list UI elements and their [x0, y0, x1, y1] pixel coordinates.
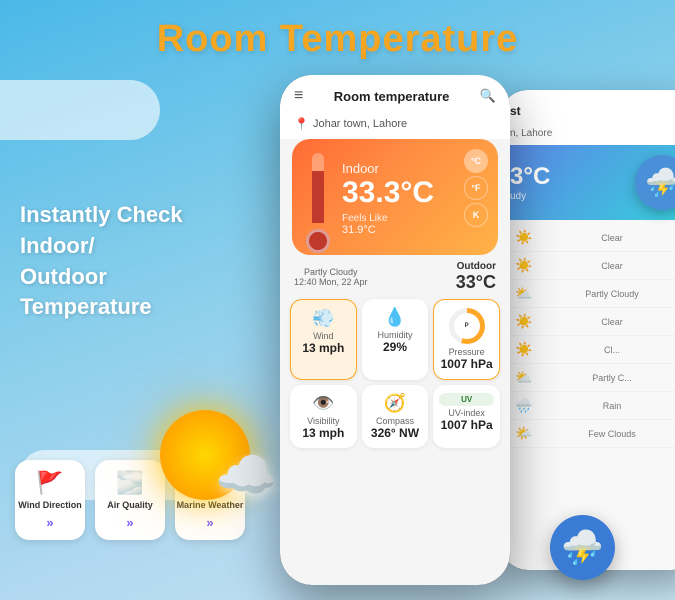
phone-header: ≡ Room temperature 🔍: [280, 75, 510, 113]
air-quality-icon: 🌫️: [116, 470, 143, 496]
weather-card-pressure[interactable]: PPressure1007 hPa: [433, 299, 500, 380]
phone-back: st n, Lahore 3°C udy ⛈️ ☀️Clear☀️Clear⛅P…: [500, 90, 675, 570]
forecast-item: 🌤️Few Clouds: [508, 420, 675, 448]
tagline-line1: Instantly Check Indoor/: [20, 200, 240, 262]
hamburger-icon[interactable]: ≡: [294, 87, 303, 105]
weather-cards-grid: 💨Wind13 mph💧Humidity29%PPressure1007 hPa…: [280, 295, 510, 452]
location-pin-icon: 📍: [294, 117, 309, 131]
back-header: st: [500, 90, 675, 126]
weather-card-visibility[interactable]: 👁️Visibility13 mph: [290, 385, 357, 448]
weather-desc-label: Partly Cloudy: [294, 267, 368, 277]
wind-direction-label: Wind Direction: [18, 500, 81, 511]
page-title: Room Temperature: [0, 18, 675, 61]
unit-selector: °C °F K: [464, 149, 488, 227]
tagline: Instantly Check Indoor/ Outdoor Temperat…: [20, 200, 240, 323]
back-weather-banner: 3°C udy ⛈️: [500, 145, 675, 220]
therm-fill: [312, 171, 324, 224]
bg-cloud-1: [0, 80, 160, 140]
forecast-item: ☀️Cl...: [508, 336, 675, 364]
location-bar: 📍 Johar town, Lahore: [280, 113, 510, 139]
phone-back-inner: st n, Lahore 3°C udy ⛈️ ☀️Clear☀️Clear⛅P…: [500, 90, 675, 570]
weather-card-humidity[interactable]: 💧Humidity29%: [362, 299, 429, 380]
outdoor-label: Outdoor: [456, 261, 496, 272]
forecast-item: 🌧️Rain: [508, 392, 675, 420]
thermometer: [304, 153, 332, 243]
pressure-gauge: P: [449, 308, 485, 344]
marine-weather-arrow: »: [206, 515, 213, 530]
forecast-item: ☀️Clear: [508, 224, 675, 252]
partly-cloudy-info: Partly Cloudy 12:40 Mon, 22 Apr: [294, 267, 368, 287]
forecast-item: ⛅Partly Cloudy: [508, 280, 675, 308]
outdoor-temp-section: Outdoor 33°C: [456, 261, 496, 293]
therm-tube: [312, 153, 324, 223]
title-part2: Temperature: [280, 18, 518, 60]
wind-direction-card[interactable]: 🚩 Wind Direction »: [15, 460, 85, 540]
kelvin-button[interactable]: K: [464, 203, 488, 227]
air-quality-label: Air Quality: [107, 500, 153, 511]
back-temp: 3°C: [510, 163, 550, 191]
wind-direction-arrow: »: [46, 515, 53, 530]
air-quality-arrow: »: [126, 515, 133, 530]
bottom-cloud-widget: ⛈️: [550, 515, 615, 580]
weather-card-uv[interactable]: UVUV-index1007 hPa: [433, 385, 500, 448]
weather-card-wind[interactable]: 💨Wind13 mph: [290, 299, 357, 380]
cloud-decoration: ☁️: [215, 446, 277, 505]
search-icon[interactable]: 🔍: [480, 88, 496, 104]
location-text: Johar town, Lahore: [313, 118, 407, 130]
back-header-text: st: [510, 104, 521, 118]
phone-main-inner: ≡ Room temperature 🔍 📍 Johar town, Lahor…: [280, 75, 510, 585]
forecast-item: ☀️Clear: [508, 252, 675, 280]
back-location: n, Lahore: [500, 126, 675, 145]
header-icons: 🔍: [480, 88, 496, 104]
outdoor-temp: 33°C: [456, 272, 496, 293]
therm-bulb: [306, 229, 330, 253]
celsius-button[interactable]: °C: [464, 149, 488, 173]
weather-card-compass[interactable]: 🧭Compass326° NW: [362, 385, 429, 448]
phone-main: ≡ Room temperature 🔍 📍 Johar town, Lahor…: [280, 75, 510, 585]
outdoor-bar: Partly Cloudy 12:40 Mon, 22 Apr Outdoor …: [280, 255, 510, 295]
forecast-item: ☀️Clear: [508, 308, 675, 336]
wind-direction-icon: 🚩: [36, 470, 63, 496]
weather-time-label: 12:40 Mon, 22 Apr: [294, 277, 368, 287]
title-part1: Room: [157, 18, 280, 60]
air-quality-card[interactable]: 🌫️ Air Quality »: [95, 460, 165, 540]
back-weather-desc: udy: [510, 191, 550, 202]
back-cloud-icon: ⛈️: [635, 155, 675, 210]
tagline-line2: Outdoor Temperature: [20, 262, 240, 324]
temp-display: Indoor 33.3°C Feels Like 31.9°C °C °F K: [292, 139, 498, 255]
forecast-list: ☀️Clear☀️Clear⛅Partly Cloudy☀️Clear☀️Cl.…: [500, 220, 675, 452]
forecast-item: ⛅Partly C...: [508, 364, 675, 392]
header-title: Room temperature: [334, 89, 450, 104]
fahrenheit-button[interactable]: °F: [464, 176, 488, 200]
